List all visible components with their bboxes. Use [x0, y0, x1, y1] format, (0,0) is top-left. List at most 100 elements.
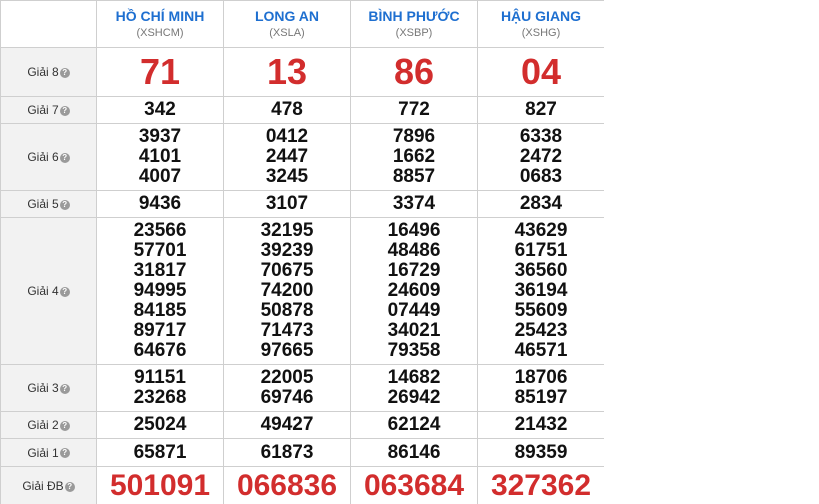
number-stack: 49427 — [224, 415, 350, 435]
prize-label-cell: Giải 2? — [0, 411, 97, 439]
prize-label: Giải 6 — [27, 150, 59, 164]
prize-label: Giải 1 — [27, 445, 59, 460]
winning-number: 23566 — [133, 220, 187, 241]
prize-cell: 32195 39239 70675 74200 50878 71473 97665 — [223, 217, 351, 365]
header-corner — [0, 0, 97, 48]
winning-number: 31817 — [133, 260, 187, 281]
winning-number: 34021 — [387, 320, 441, 341]
help-icon[interactable]: ? — [59, 105, 70, 116]
number-stack: 86 — [351, 52, 477, 92]
help-icon[interactable]: ? — [59, 199, 70, 210]
province-header-hcm[interactable]: HỒ CHÍ MINH (XSHCM) — [96, 0, 224, 48]
prize-cell: 04 — [477, 47, 604, 97]
winning-number: 89717 — [133, 320, 187, 341]
prize-cell: 86146 — [350, 438, 478, 467]
prize-label-cell: Giải 1? — [0, 438, 97, 467]
prize-cell: 0412 2447 3245 — [223, 123, 351, 191]
prize-cell: 13 — [223, 47, 351, 97]
winning-number: 36560 — [514, 260, 568, 281]
prize-cell: 14682 26942 — [350, 364, 478, 412]
number-stack: 2834 — [478, 194, 604, 214]
winning-number: 772 — [398, 99, 430, 120]
prize-label-cell: Giải 4? — [0, 217, 97, 365]
number-stack: 21432 — [478, 415, 604, 435]
number-stack: 327362 — [478, 468, 604, 504]
winning-number: 26942 — [387, 387, 441, 408]
winning-number: 79358 — [387, 340, 441, 361]
prize-label-cell: Giải 6? — [0, 123, 97, 191]
prize-cell: 25024 — [96, 411, 224, 439]
number-stack: 342 — [97, 100, 223, 120]
prize-cell: 65871 — [96, 438, 224, 467]
province-header-hg[interactable]: HẬU GIANG (XSHG) — [477, 0, 604, 48]
prize-cell: 063684 — [350, 466, 478, 504]
prize-cell: 21432 — [477, 411, 604, 439]
number-stack: 772 — [351, 100, 477, 120]
help-icon[interactable]: ? — [64, 481, 75, 492]
winning-number: 46571 — [514, 340, 568, 361]
number-stack: 62124 — [351, 415, 477, 435]
winning-number: 23268 — [133, 387, 187, 408]
number-stack: 16496 48486 16729 24609 07449 34021 79358 — [351, 221, 477, 361]
prize-label: Giải ĐB — [22, 479, 64, 493]
prize-row-g1: Giải 1? 65871 61873 86146 89359 — [0, 438, 604, 467]
prize-cell: 501091 — [96, 466, 224, 504]
header-row: HỒ CHÍ MINH (XSHCM) LONG AN (XSLA) BÌNH PH… — [0, 0, 604, 48]
number-stack: 066836 — [224, 468, 350, 504]
prize-row-g5: Giải 5? 9436 3107 3374 2834 — [0, 190, 604, 218]
winning-number: 16729 — [387, 260, 441, 281]
number-stack: 501091 — [97, 468, 223, 504]
winning-number: 3107 — [265, 193, 309, 214]
winning-number: 89359 — [514, 441, 568, 463]
winning-number: 2447 — [265, 146, 309, 167]
prize-cell: 342 — [96, 96, 224, 124]
winning-number: 85197 — [514, 387, 568, 408]
winning-number: 0683 — [519, 166, 563, 187]
winning-number: 39239 — [260, 240, 314, 261]
province-header-la[interactable]: LONG AN (XSLA) — [223, 0, 351, 48]
winning-number: 32195 — [260, 220, 314, 241]
winning-number: 25423 — [514, 320, 568, 341]
winning-number: 24609 — [387, 280, 441, 301]
prize-cell: 827 — [477, 96, 604, 124]
number-stack: 18706 85197 — [478, 368, 604, 408]
help-icon[interactable]: ? — [59, 420, 70, 431]
help-icon[interactable]: ? — [59, 152, 70, 163]
number-stack: 23566 57701 31817 94995 84185 89717 64676 — [97, 221, 223, 361]
number-stack: 61873 — [224, 442, 350, 463]
province-name[interactable]: HẬU GIANG — [478, 8, 604, 24]
special-prize-number: 327362 — [490, 469, 592, 502]
province-header-bp[interactable]: BÌNH PHƯỚC (XSBP) — [350, 0, 478, 48]
winning-number: 97665 — [260, 340, 314, 361]
province-name[interactable]: BÌNH PHƯỚC — [351, 8, 477, 24]
winning-number: 18706 — [514, 367, 568, 388]
number-stack: 43629 61751 36560 36194 55609 25423 46571 — [478, 221, 604, 361]
number-stack: 22005 69746 — [224, 368, 350, 408]
number-stack: 04 — [478, 52, 604, 92]
prize-cell: 3107 — [223, 190, 351, 218]
number-stack: 91151 23268 — [97, 368, 223, 408]
number-stack: 7896 1662 8857 — [351, 127, 477, 187]
province-name[interactable]: HỒ CHÍ MINH — [97, 8, 223, 24]
prize-cell: 18706 85197 — [477, 364, 604, 412]
number-stack: 9436 — [97, 194, 223, 214]
winning-number: 49427 — [260, 414, 314, 435]
winning-number: 71473 — [260, 320, 314, 341]
prize-row-g8: Giải 8? 71 13 86 04 — [0, 47, 604, 97]
help-icon[interactable]: ? — [59, 67, 70, 78]
winning-number: 50878 — [260, 300, 314, 321]
province-code: (XSHCM) — [136, 27, 184, 39]
winning-number: 64676 — [133, 340, 187, 361]
help-icon[interactable]: ? — [59, 448, 70, 459]
province-name[interactable]: LONG AN — [224, 8, 350, 24]
help-icon[interactable]: ? — [59, 286, 70, 297]
prize-cell: 62124 — [350, 411, 478, 439]
winning-number: 14682 — [387, 367, 441, 388]
prize-label: Giải 3 — [27, 381, 59, 395]
winning-number: 86146 — [387, 441, 441, 463]
winning-number: 48486 — [387, 240, 441, 261]
winning-number: 1662 — [392, 146, 436, 167]
number-stack: 71 — [97, 52, 223, 92]
help-icon[interactable]: ? — [59, 383, 70, 394]
special-prize-number: 066836 — [236, 469, 338, 502]
